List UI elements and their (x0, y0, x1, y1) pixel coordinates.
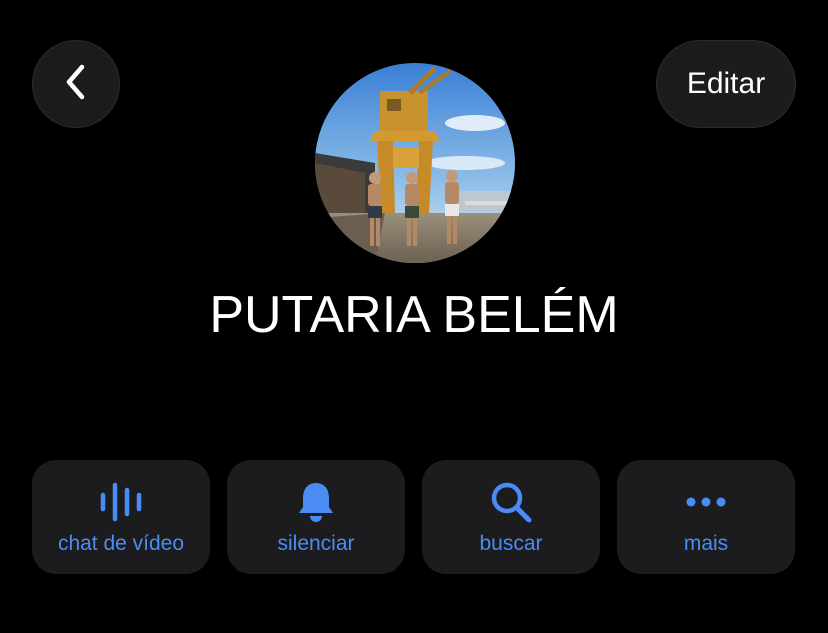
search-button[interactable]: buscar (422, 460, 600, 574)
back-button[interactable] (32, 40, 120, 128)
video-chat-label: chat de vídeo (57, 532, 185, 555)
ellipsis-icon (617, 480, 795, 524)
more-label: mais (683, 532, 729, 555)
edit-button[interactable]: Editar (656, 40, 796, 128)
audio-waveform-icon (32, 480, 210, 524)
video-chat-button[interactable]: chat de vídeo (32, 460, 210, 574)
avatar[interactable] (315, 63, 515, 263)
search-icon (422, 480, 600, 524)
group-name: PUTARIA BELÉM (209, 286, 619, 344)
more-button[interactable]: mais (617, 460, 795, 574)
mute-label: silenciar (277, 532, 355, 555)
bell-icon (227, 480, 405, 524)
mute-button[interactable]: silenciar (227, 460, 405, 574)
chevron-left-icon (61, 62, 91, 107)
search-label: buscar (479, 532, 543, 555)
